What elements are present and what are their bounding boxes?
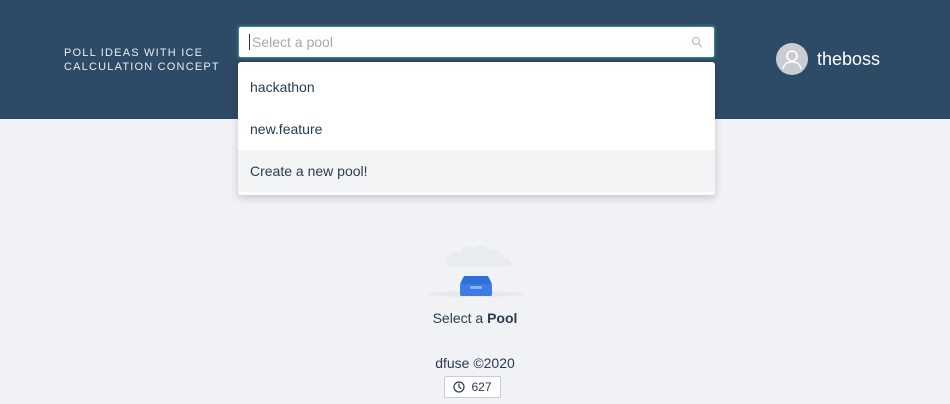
- empty-state-text-prefix: Select a: [432, 310, 488, 326]
- pool-search-input[interactable]: [249, 34, 679, 50]
- dropdown-option-new-feature[interactable]: new.feature: [238, 108, 715, 150]
- app-title-line-2: CALCULATION CONCEPT: [64, 61, 220, 73]
- search-icon: [691, 36, 703, 48]
- empty-state-text: Select a Pool: [0, 310, 950, 326]
- empty-state-text-bold: Pool: [487, 310, 518, 326]
- pool-select[interactable]: [238, 26, 715, 58]
- clock-icon: [453, 381, 466, 393]
- dropdown-option-hackathon[interactable]: hackathon: [238, 66, 715, 108]
- avatar[interactable]: [776, 43, 808, 75]
- app-title-line-1: POLL IDEAS WITH ICE: [64, 47, 204, 59]
- user-icon: [782, 50, 802, 70]
- block-number: 627: [471, 380, 492, 394]
- empty-box-icon: [428, 245, 524, 297]
- username[interactable]: theboss: [817, 49, 880, 70]
- footer-copyright: dfuse ©2020: [435, 355, 515, 371]
- pool-dropdown-menu: hackathon new.feature Create a new pool!: [238, 62, 715, 195]
- dropdown-option-create-pool[interactable]: Create a new pool!: [238, 150, 715, 192]
- block-number-badge: 627: [444, 376, 501, 398]
- user-menu[interactable]: theboss: [776, 43, 880, 75]
- app-title: POLL IDEAS WITH ICE CALCULATION CONCEPT: [64, 46, 234, 74]
